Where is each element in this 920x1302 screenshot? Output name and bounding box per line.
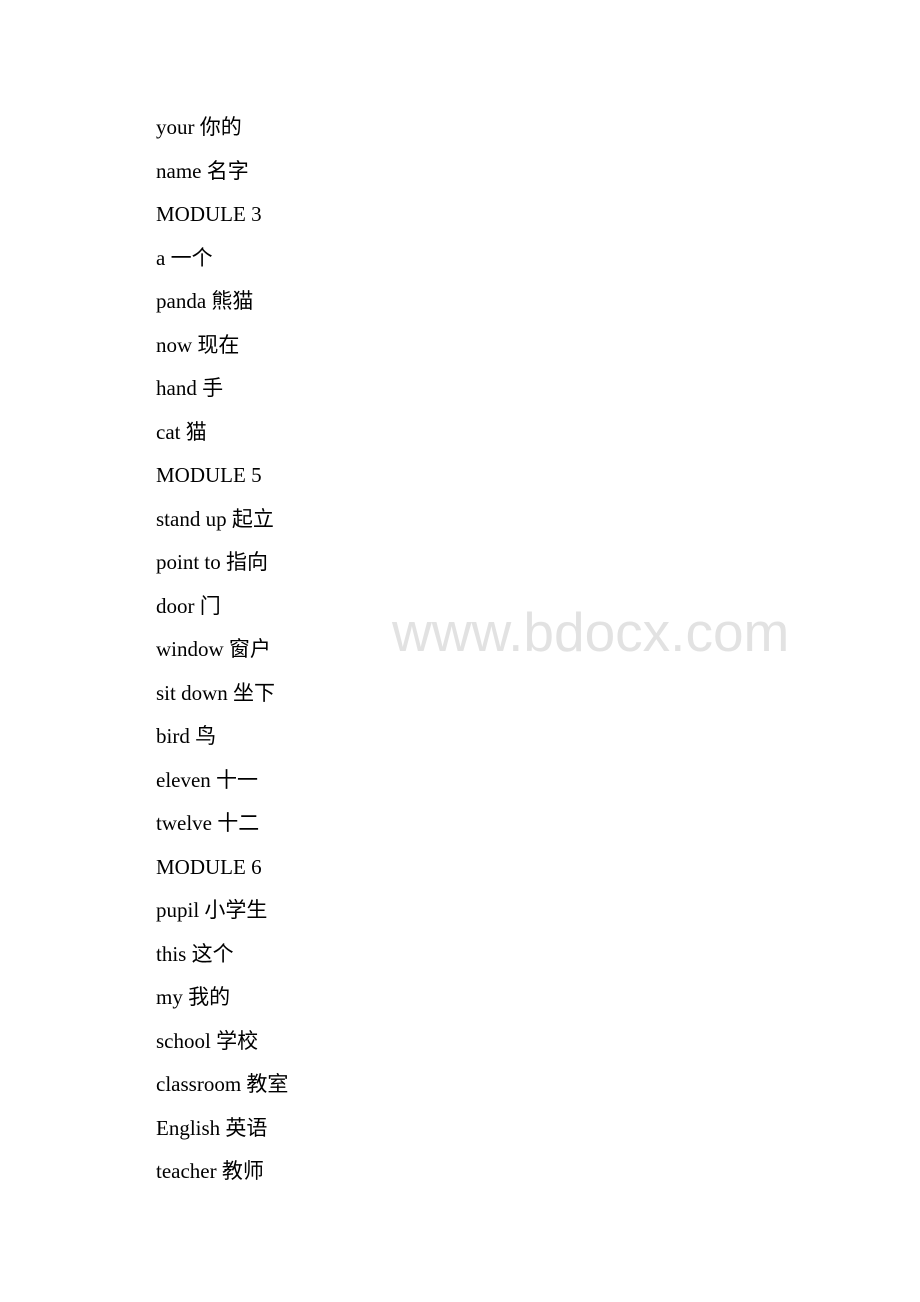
vocab-line: bird 鸟 bbox=[156, 724, 217, 748]
vocab-line: point to 指向 bbox=[156, 550, 269, 574]
vocab-line: teacher 教师 bbox=[156, 1159, 264, 1183]
vocab-line: twelve 十二 bbox=[156, 811, 260, 835]
vocab-line: sit down 坐下 bbox=[156, 680, 276, 705]
vocab-line: pupil 小学生 bbox=[156, 898, 268, 922]
vocab-line: hand 手 bbox=[156, 376, 224, 400]
vocab-line: a 一个 bbox=[156, 245, 213, 270]
module-heading: MODULE 6 bbox=[156, 854, 262, 879]
vocabulary-list: your 你的 name 名字 MODULE 3 a 一个 panda 熊猫 n… bbox=[156, 106, 288, 1194]
vocab-line: your 你的 bbox=[156, 115, 242, 139]
vocab-line: school 学校 bbox=[156, 1028, 259, 1053]
vocab-line: cat 猫 bbox=[156, 419, 207, 444]
vocab-line: classroom 教室 bbox=[156, 1072, 289, 1096]
vocab-line: eleven 十一 bbox=[156, 767, 259, 792]
vocab-line: stand up 起立 bbox=[156, 506, 274, 531]
module-heading: MODULE 5 bbox=[156, 463, 262, 487]
vocab-line: English 英语 bbox=[156, 1115, 268, 1140]
vocab-line: door 门 bbox=[156, 593, 221, 618]
module-heading: MODULE 3 bbox=[156, 202, 262, 226]
watermark: www.bdocx.com bbox=[392, 601, 790, 663]
vocab-line: panda 熊猫 bbox=[156, 289, 254, 313]
vocab-line: my 我的 bbox=[156, 985, 231, 1009]
vocab-line: now 现在 bbox=[156, 332, 240, 357]
vocab-line: window 窗户 bbox=[156, 637, 271, 661]
vocab-line: name 名字 bbox=[156, 158, 249, 183]
vocab-line: this 这个 bbox=[156, 941, 234, 966]
document-page: your 你的 name 名字 MODULE 3 a 一个 panda 熊猫 n… bbox=[0, 0, 920, 1302]
